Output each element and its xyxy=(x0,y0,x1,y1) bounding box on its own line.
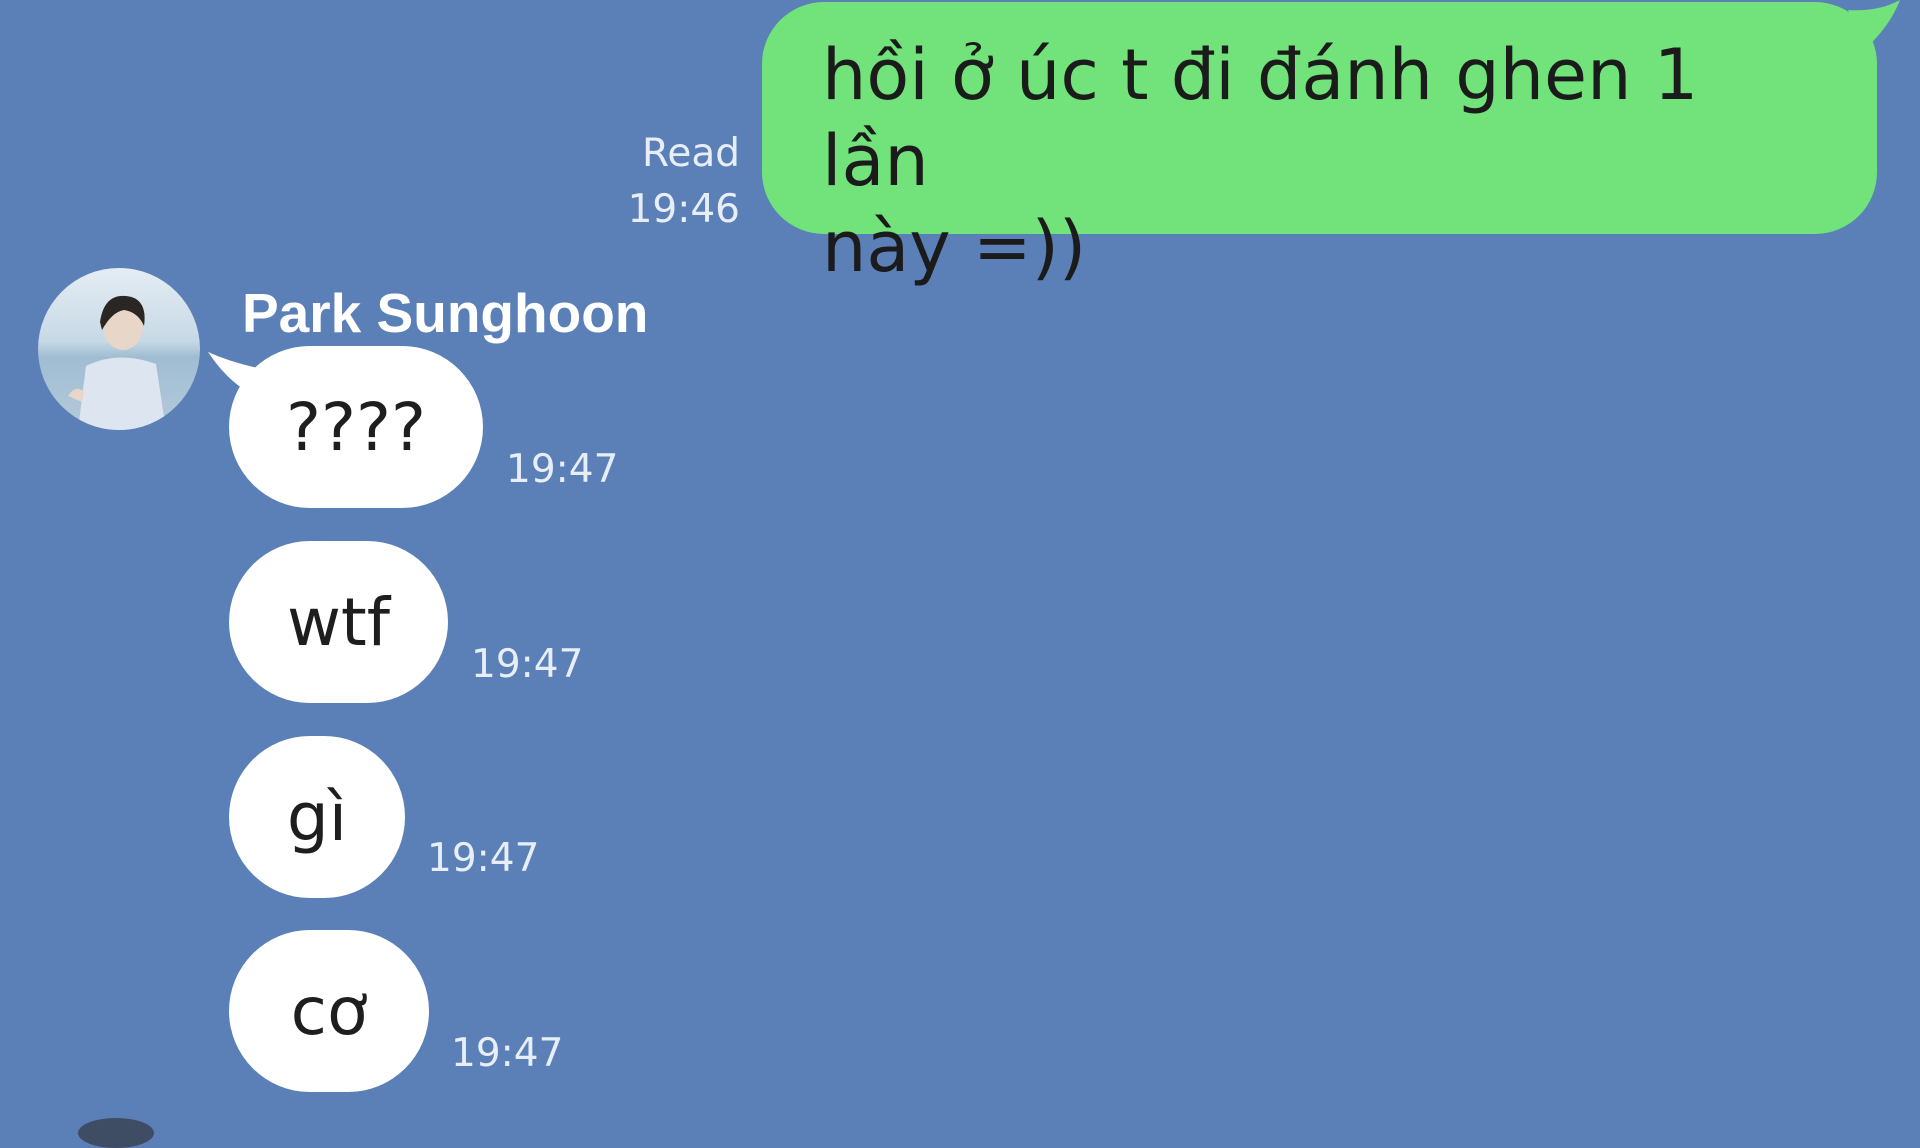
outgoing-message-text-line-2: này =)) xyxy=(822,206,1087,288)
incoming-message-text: wtf xyxy=(286,583,391,661)
incoming-message-text: ???? xyxy=(285,388,427,466)
read-receipt: Read xyxy=(642,131,740,176)
incoming-message-bubble[interactable]: ???? xyxy=(229,346,483,508)
sender-name: Park Sunghoon xyxy=(242,282,649,344)
avatar-photo-icon xyxy=(38,268,200,430)
incoming-message-text: gì xyxy=(286,778,348,856)
outgoing-message-bubble[interactable]: hồi ở úc t đi đánh ghen 1 lần này =)) xyxy=(762,2,1877,288)
incoming-message-bubble[interactable]: gì xyxy=(229,736,405,898)
chat-message-list[interactable]: Read 19:46 hồi ở úc t đi đánh ghen 1 lần… xyxy=(0,0,1920,1148)
message-time: 19:47 xyxy=(427,836,540,881)
message-time: 19:47 xyxy=(451,1031,564,1076)
next-avatar-partial xyxy=(78,1118,154,1148)
sender-avatar[interactable] xyxy=(38,268,200,430)
message-time: 19:47 xyxy=(506,447,619,492)
message-time: 19:46 xyxy=(627,187,740,232)
outgoing-message-meta: Read 19:46 xyxy=(600,126,740,238)
message-time: 19:47 xyxy=(471,642,584,687)
incoming-message-bubble[interactable]: wtf xyxy=(229,541,448,703)
incoming-message-bubble[interactable]: cơ xyxy=(229,930,429,1092)
outgoing-message-text-line-1: hồi ở úc t đi đánh ghen 1 lần xyxy=(822,34,1699,202)
incoming-message-text: cơ xyxy=(290,972,368,1050)
